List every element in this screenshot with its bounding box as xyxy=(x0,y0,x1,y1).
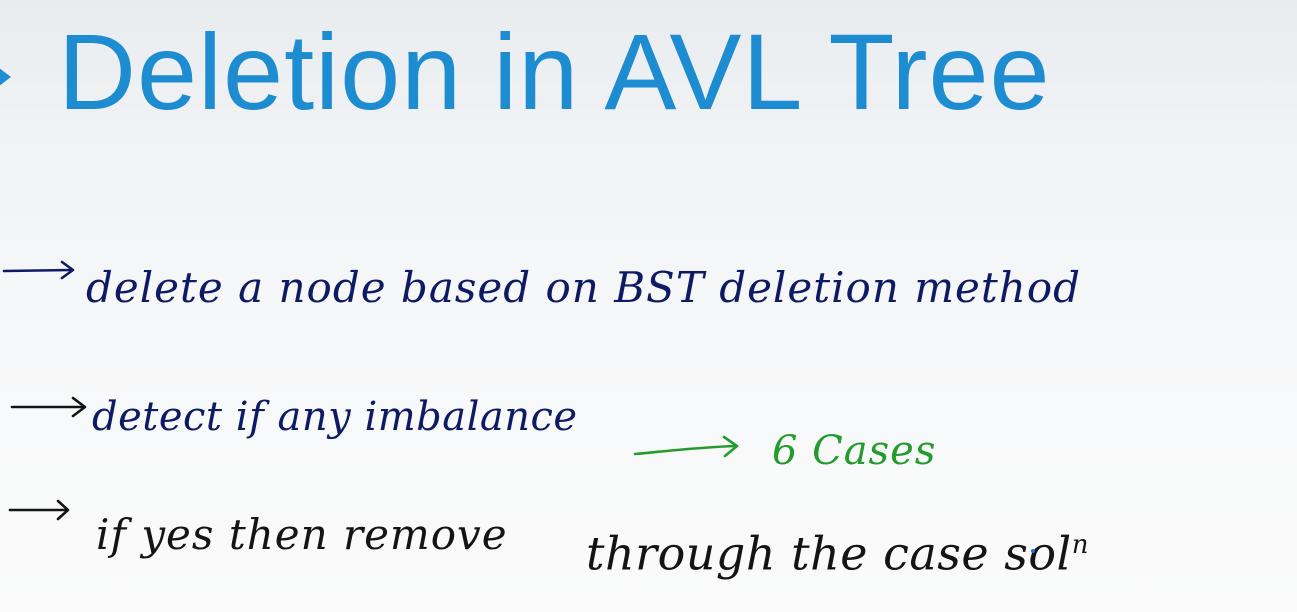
cases-annotation: 6 Cases xyxy=(772,428,937,474)
arrow-right-icon xyxy=(633,435,739,458)
solution-note: through the case soln xyxy=(586,520,1089,578)
arrow-right-icon xyxy=(2,260,75,280)
page-title: Deletion in AVL Tree xyxy=(58,11,1051,132)
solution-superscript: n xyxy=(1071,530,1089,560)
arrow-right-icon xyxy=(8,499,70,521)
note-line-2: detect if any imbalance xyxy=(92,394,578,440)
triangle-right-icon xyxy=(0,64,11,90)
note-line-1: delete a node based on BST deletion meth… xyxy=(86,263,1081,312)
arrow-right-icon xyxy=(10,396,87,418)
note-line-3: if yes then remove xyxy=(96,510,508,559)
solution-text: through the case sol xyxy=(586,526,1072,581)
slide: Deletion in AVL Tree delete a node based… xyxy=(0,0,1297,612)
pen-cursor-dot xyxy=(1031,549,1035,553)
